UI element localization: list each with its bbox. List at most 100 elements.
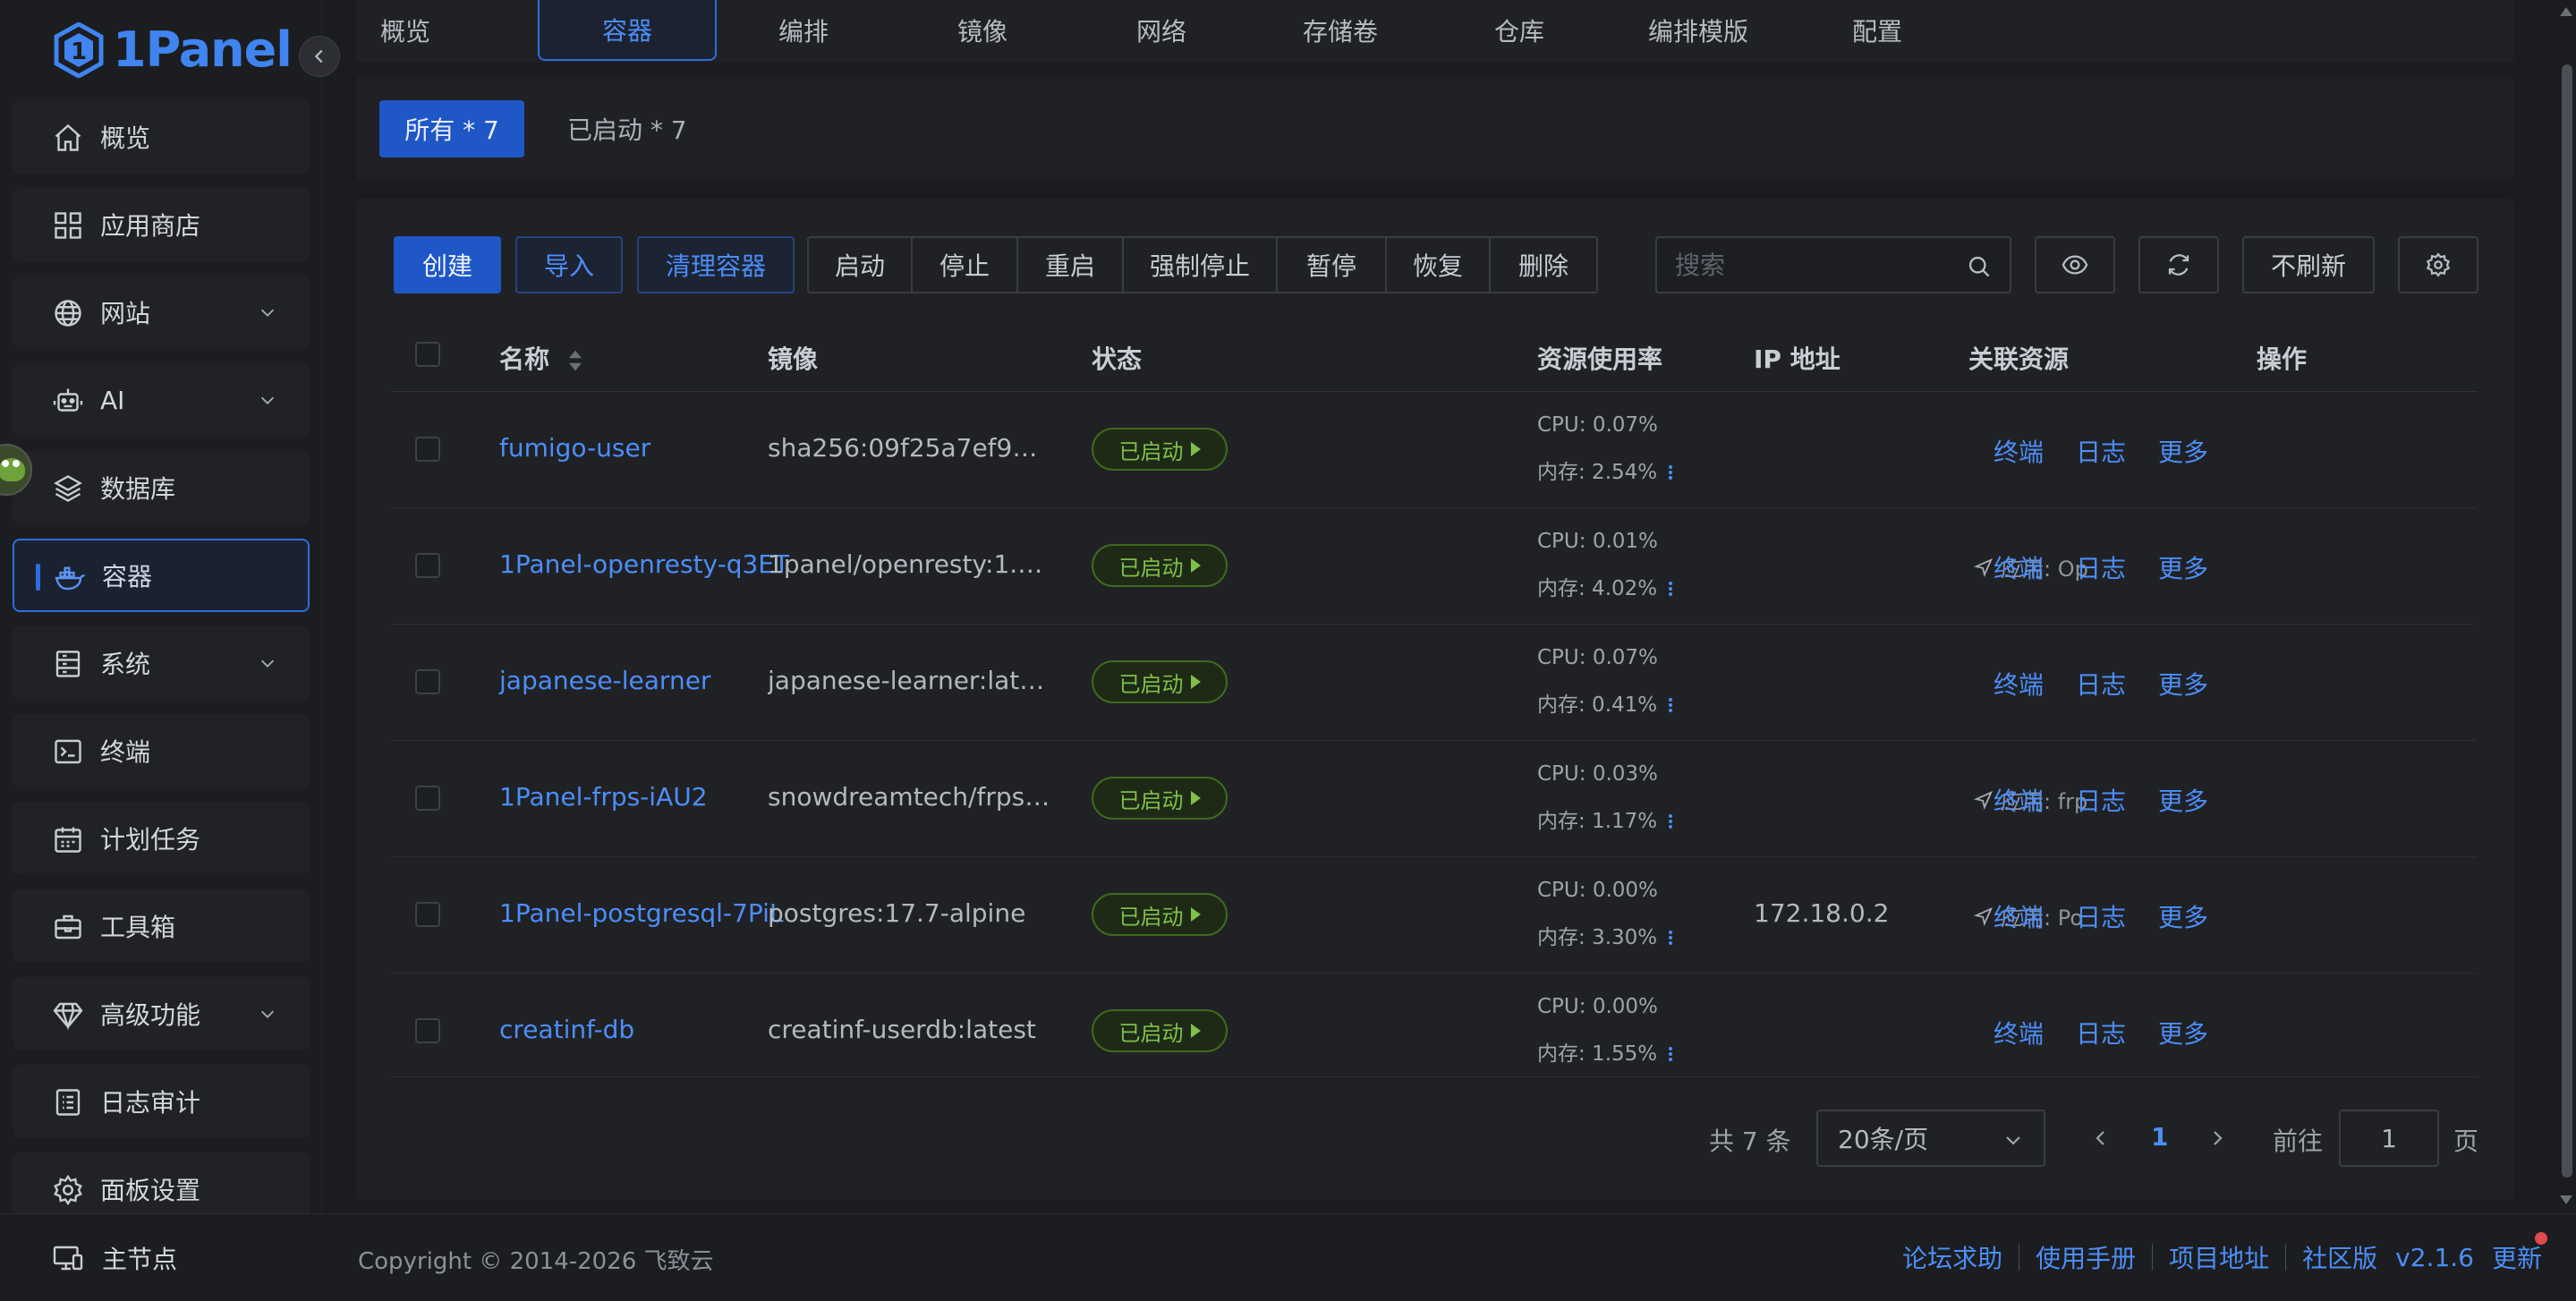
- sidebar-item-overview[interactable]: 概览: [13, 100, 310, 174]
- filter-running-button[interactable]: 已启动 * 7: [567, 100, 687, 157]
- project-link[interactable]: 项目地址: [2169, 1239, 2269, 1275]
- sidebar-item-app-store[interactable]: 应用商店: [13, 188, 310, 261]
- terminal-link[interactable]: 终端: [1994, 1015, 2044, 1050]
- status-badge[interactable]: 已启动: [1092, 544, 1228, 587]
- row-checkbox[interactable]: [415, 669, 440, 694]
- filter-all-button[interactable]: 所有 * 7: [379, 100, 524, 157]
- prune-containers-button[interactable]: 清理容器: [637, 236, 795, 293]
- container-name-link[interactable]: 1Panel-frps-iAU2: [499, 782, 708, 812]
- tab-networks[interactable]: 网络: [1072, 0, 1251, 61]
- logs-link[interactable]: 日志: [2076, 433, 2126, 469]
- forum-link[interactable]: 论坛求助: [1902, 1239, 2002, 1275]
- more-link[interactable]: 更多: [2158, 1015, 2208, 1050]
- more-link[interactable]: 更多: [2158, 782, 2208, 818]
- container-name-link[interactable]: 1Panel-postgresql-7PiL: [499, 898, 784, 928]
- status-badge[interactable]: 已启动: [1092, 428, 1228, 471]
- sidebar-item-log-audit[interactable]: 日志审计: [13, 1065, 310, 1138]
- scroll-down-arrow[interactable]: [2560, 1195, 2572, 1204]
- force-stop-button[interactable]: 强制停止: [1124, 238, 1278, 292]
- logo[interactable]: 1 1Panel: [54, 21, 293, 78]
- tab-overview[interactable]: 概览: [356, 0, 455, 61]
- sidebar-item-system[interactable]: 系统: [13, 626, 310, 700]
- more-link[interactable]: 更多: [2158, 666, 2208, 702]
- node-switcher[interactable]: 主节点: [0, 1213, 322, 1301]
- more-link[interactable]: 更多: [2158, 898, 2208, 934]
- version-label[interactable]: v2.1.6: [2395, 1243, 2474, 1272]
- status-badge[interactable]: 已启动: [1092, 1009, 1228, 1052]
- select-all-checkbox[interactable]: [415, 342, 440, 367]
- update-link[interactable]: 更新: [2492, 1232, 2547, 1275]
- row-checkbox[interactable]: [415, 553, 440, 578]
- page-size-select[interactable]: 20条/页: [1816, 1110, 2045, 1167]
- create-button[interactable]: 创建: [394, 236, 501, 293]
- more-stats-icon[interactable]: [1668, 463, 1673, 483]
- scrollbar[interactable]: [2556, 0, 2576, 1213]
- sidebar-item-toolbox[interactable]: 工具箱: [13, 889, 310, 963]
- collapse-sidebar-button[interactable]: [299, 36, 340, 77]
- more-stats-icon[interactable]: [1668, 696, 1673, 716]
- terminal-link[interactable]: 终端: [1994, 898, 2044, 934]
- restart-button[interactable]: 重启: [1018, 238, 1124, 292]
- more-stats-icon[interactable]: [1668, 929, 1673, 948]
- edition-link[interactable]: 社区版: [2302, 1239, 2377, 1275]
- search-input[interactable]: [1675, 247, 1961, 283]
- scrollbar-thumb[interactable]: [2562, 64, 2572, 1178]
- sidebar-item-cron-jobs[interactable]: 计划任务: [13, 802, 310, 875]
- more-stats-icon[interactable]: [1668, 580, 1673, 599]
- row-checkbox[interactable]: [415, 902, 440, 927]
- more-stats-icon[interactable]: [1668, 1045, 1673, 1065]
- toggle-visibility-button[interactable]: [2035, 236, 2115, 293]
- sidebar-item-ai[interactable]: AI: [13, 363, 310, 437]
- current-page[interactable]: 1: [2151, 1122, 2168, 1152]
- status-badge[interactable]: 已启动: [1092, 777, 1228, 820]
- container-name-link[interactable]: japanese-learner: [499, 666, 710, 695]
- tab-images[interactable]: 镜像: [893, 0, 1072, 61]
- container-name-link[interactable]: 1Panel-openresty-q3ET: [499, 549, 789, 579]
- terminal-link[interactable]: 终端: [1994, 666, 2044, 702]
- sidebar-item-databases[interactable]: 数据库: [13, 451, 310, 524]
- tab-config[interactable]: 配置: [1788, 0, 1967, 61]
- column-settings-button[interactable]: [2398, 236, 2478, 293]
- logs-link[interactable]: 日志: [2076, 1015, 2126, 1050]
- more-link[interactable]: 更多: [2158, 549, 2208, 585]
- tab-repositories[interactable]: 仓库: [1430, 0, 1609, 61]
- row-checkbox[interactable]: [415, 786, 440, 811]
- pause-button[interactable]: 暂停: [1278, 238, 1387, 292]
- sort-icon[interactable]: [567, 348, 583, 373]
- column-header-name[interactable]: 名称: [499, 340, 583, 376]
- logs-link[interactable]: 日志: [2076, 549, 2126, 585]
- row-checkbox[interactable]: [415, 1018, 440, 1043]
- terminal-link[interactable]: 终端: [1994, 549, 2044, 585]
- prev-page-icon[interactable]: [2090, 1127, 2112, 1149]
- logs-link[interactable]: 日志: [2076, 666, 2126, 702]
- container-name-link[interactable]: fumigo-user: [499, 433, 650, 463]
- row-checkbox[interactable]: [415, 437, 440, 462]
- status-badge[interactable]: 已启动: [1092, 660, 1228, 703]
- manual-link[interactable]: 使用手册: [2036, 1239, 2136, 1275]
- auto-refresh-select[interactable]: 不刷新: [2242, 236, 2375, 293]
- start-button[interactable]: 启动: [809, 238, 913, 292]
- tab-volumes[interactable]: 存储卷: [1251, 0, 1430, 61]
- status-badge[interactable]: 已启动: [1092, 893, 1228, 936]
- next-page-icon[interactable]: [2206, 1127, 2228, 1149]
- sidebar-item-containers[interactable]: 容器: [13, 539, 310, 612]
- search-icon[interactable]: [1967, 254, 1992, 279]
- container-name-link[interactable]: creatinf-db: [499, 1015, 634, 1044]
- sidebar-item-advanced[interactable]: 高级功能: [13, 977, 310, 1050]
- tab-compose-templates[interactable]: 编排模版: [1609, 0, 1788, 61]
- refresh-button[interactable]: [2138, 236, 2219, 293]
- sidebar-item-websites[interactable]: 网站: [13, 276, 310, 349]
- resume-button[interactable]: 恢复: [1387, 238, 1491, 292]
- terminal-link[interactable]: 终端: [1994, 433, 2044, 469]
- sidebar-item-terminal[interactable]: 终端: [13, 714, 310, 787]
- more-link[interactable]: 更多: [2158, 433, 2208, 469]
- logs-link[interactable]: 日志: [2076, 898, 2126, 934]
- import-button[interactable]: 导入: [515, 236, 623, 293]
- tab-containers[interactable]: 容器: [538, 0, 717, 61]
- stop-button[interactable]: 停止: [913, 238, 1018, 292]
- logs-link[interactable]: 日志: [2076, 782, 2126, 818]
- scroll-up-arrow[interactable]: [2560, 7, 2572, 16]
- delete-button[interactable]: 删除: [1491, 238, 1596, 292]
- more-stats-icon[interactable]: [1668, 812, 1673, 832]
- terminal-link[interactable]: 终端: [1994, 782, 2044, 818]
